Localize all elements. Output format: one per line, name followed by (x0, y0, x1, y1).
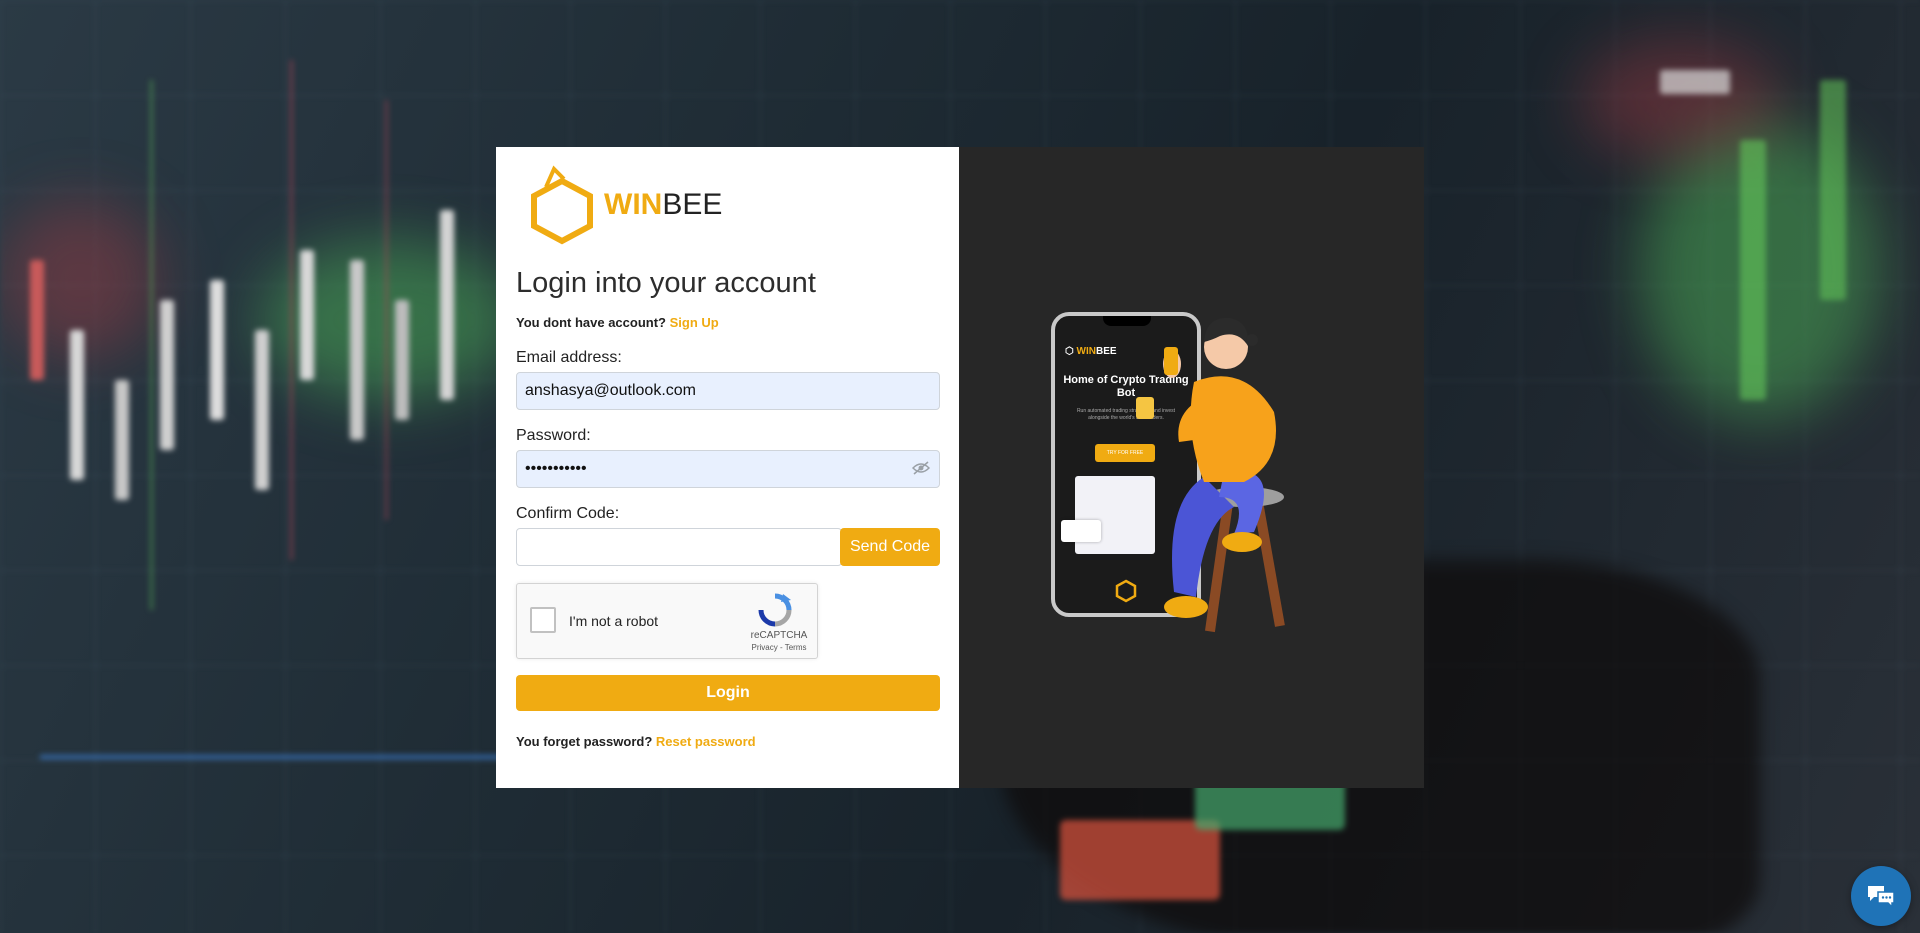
recaptcha-checkbox[interactable] (530, 607, 556, 633)
recaptcha-terms-link[interactable]: Privacy - Terms (749, 643, 809, 652)
logo-wordmark: WINBEE (604, 188, 722, 222)
signup-prompt: You dont have account? Sign Up (516, 315, 719, 330)
logo-bee-text: BEE (662, 188, 723, 221)
phone-brand-win: WIN (1076, 346, 1096, 357)
login-panel: WINBEE Login into your account You dont … (496, 147, 959, 788)
phone-chart-card (1061, 520, 1101, 542)
email-field[interactable] (516, 372, 940, 410)
phone-logo: ⬡ WINBEE (1065, 346, 1117, 357)
recaptcha-brand: reCAPTCHA (750, 630, 808, 641)
confirm-code-field[interactable] (516, 528, 842, 566)
recaptcha-label: I'm not a robot (569, 613, 659, 629)
logo-win-text: WIN (604, 188, 663, 221)
forgot-text: You forget password? (516, 734, 653, 749)
recaptcha-widget: I'm not a robot reCAPTCHA Privacy - Term… (516, 583, 818, 659)
chat-bubbles-icon (1868, 886, 1895, 908)
confirm-code-label: Confirm Code: (516, 505, 620, 522)
woman-character-illustration (1136, 317, 1285, 633)
illustration-panel: ⬡ WINBEE Home of Crypto Trading Bot Run … (959, 147, 1424, 788)
signup-link[interactable]: Sign Up (670, 315, 719, 330)
reset-password-link[interactable]: Reset password (656, 734, 756, 749)
password-wrapper (496, 450, 959, 488)
live-chat-button[interactable] (1851, 866, 1911, 926)
phone-brand-bee: BEE (1095, 346, 1117, 357)
page-title: Login into your account (516, 267, 816, 299)
login-card: WINBEE Login into your account You dont … (496, 147, 1424, 788)
email-label: Email address: (516, 349, 622, 366)
forgot-password-prompt: You forget password? Reset password (516, 734, 756, 749)
login-button[interactable]: Login (516, 675, 940, 711)
recaptcha-logo-icon (758, 593, 792, 627)
hide-password-icon[interactable] (911, 461, 931, 480)
hexagon-logo-icon (531, 165, 593, 245)
password-label: Password: (516, 427, 591, 444)
password-field[interactable] (516, 450, 940, 488)
send-code-button[interactable]: Send Code (840, 528, 940, 566)
no-account-text: You dont have account? (516, 315, 666, 330)
winbee-logo[interactable]: WINBEE (524, 165, 722, 245)
